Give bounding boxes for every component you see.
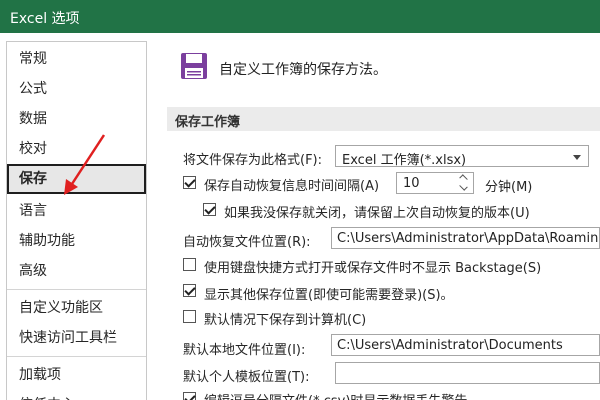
page-heading: 自定义工作簿的保存方法。: [219, 62, 387, 78]
autorecover-location-input[interactable]: C:\Users\Administrator\AppData\Roaming: [331, 227, 600, 249]
window-title: Excel 选项: [10, 11, 80, 27]
save-format-select[interactable]: Excel 工作簿(*.xlsx): [335, 145, 589, 168]
autorecover-checkbox[interactable]: [183, 176, 196, 189]
chevron-up-icon[interactable]: [459, 174, 468, 183]
local-file-location-input[interactable]: C:\Users\Administrator\Documents: [331, 334, 600, 356]
sidebar-item-language[interactable]: 语言: [7, 196, 146, 226]
sidebar-item-formulas[interactable]: 公式: [7, 74, 146, 104]
sidebar-item-general[interactable]: 常规: [7, 44, 146, 74]
show-other-locations-label: 显示其他保存位置(即使可能需要登录)(S)。: [204, 288, 454, 303]
local-file-location-value: C:\Users\Administrator\Documents: [337, 338, 563, 353]
sidebar-item-trust-center[interactable]: 信任中心: [7, 390, 146, 400]
keep-last-version-checkbox[interactable]: [203, 203, 216, 216]
save-format-label: 将文件保存为此格式(F):: [183, 153, 323, 168]
options-sidebar: 常规 公式 数据 校对 保存 语言 辅助功能 高级 自定义功能区 快速访问工具栏…: [6, 41, 147, 400]
autorecover-location-label: 自动恢复文件位置(R):: [183, 235, 311, 250]
csv-warning-label: 编辑逗号分隔文件(*.csv)时显示数据丢失警告: [204, 390, 467, 400]
minutes-label: 分钟(M): [485, 180, 533, 195]
sidebar-item-customize-ribbon[interactable]: 自定义功能区: [7, 293, 146, 323]
annotation-arrow-icon: [64, 134, 106, 195]
no-backstage-label: 使用键盘快捷方式打开或保存文件时不显示 Backstage(S): [204, 261, 542, 276]
keep-last-version-label: 如果我没保存就关闭，请保留上次自动恢复的版本(U): [224, 206, 530, 221]
template-location-label: 默认个人模板位置(T):: [183, 370, 310, 385]
section-title: 保存工作簿: [175, 115, 241, 130]
chevron-down-icon[interactable]: [459, 182, 468, 191]
sidebar-divider: [7, 356, 146, 357]
sidebar-item-quick-access-toolbar[interactable]: 快速访问工具栏: [7, 323, 146, 353]
sidebar-item-advanced[interactable]: 高级: [7, 256, 146, 286]
save-to-computer-label: 默认情况下保存到计算机(C): [204, 313, 367, 328]
section-header: 保存工作簿: [167, 107, 600, 131]
title-bar: Excel 选项: [0, 0, 600, 33]
no-backstage-checkbox[interactable]: [183, 258, 196, 271]
autorecover-interval-value: 10: [403, 176, 420, 191]
autorecover-location-value: C:\Users\Administrator\AppData\Roaming: [337, 231, 600, 246]
floppy-disk-icon: [181, 53, 207, 79]
local-file-location-label: 默认本地文件位置(I):: [183, 343, 306, 358]
template-location-input[interactable]: [335, 362, 600, 384]
autorecover-interval-stepper[interactable]: 10: [396, 172, 474, 194]
csv-warning-checkbox[interactable]: [183, 392, 196, 400]
sidebar-item-accessibility[interactable]: 辅助功能: [7, 226, 146, 256]
save-to-computer-checkbox[interactable]: [183, 310, 196, 323]
sidebar-item-add-ins[interactable]: 加载项: [7, 360, 146, 390]
sidebar-divider: [7, 289, 146, 290]
chevron-down-icon: [573, 155, 581, 160]
show-other-locations-checkbox[interactable]: [183, 284, 196, 297]
save-format-value: Excel 工作簿(*.xlsx): [342, 153, 467, 168]
autorecover-label: 保存自动恢复信息时间间隔(A): [204, 179, 380, 194]
